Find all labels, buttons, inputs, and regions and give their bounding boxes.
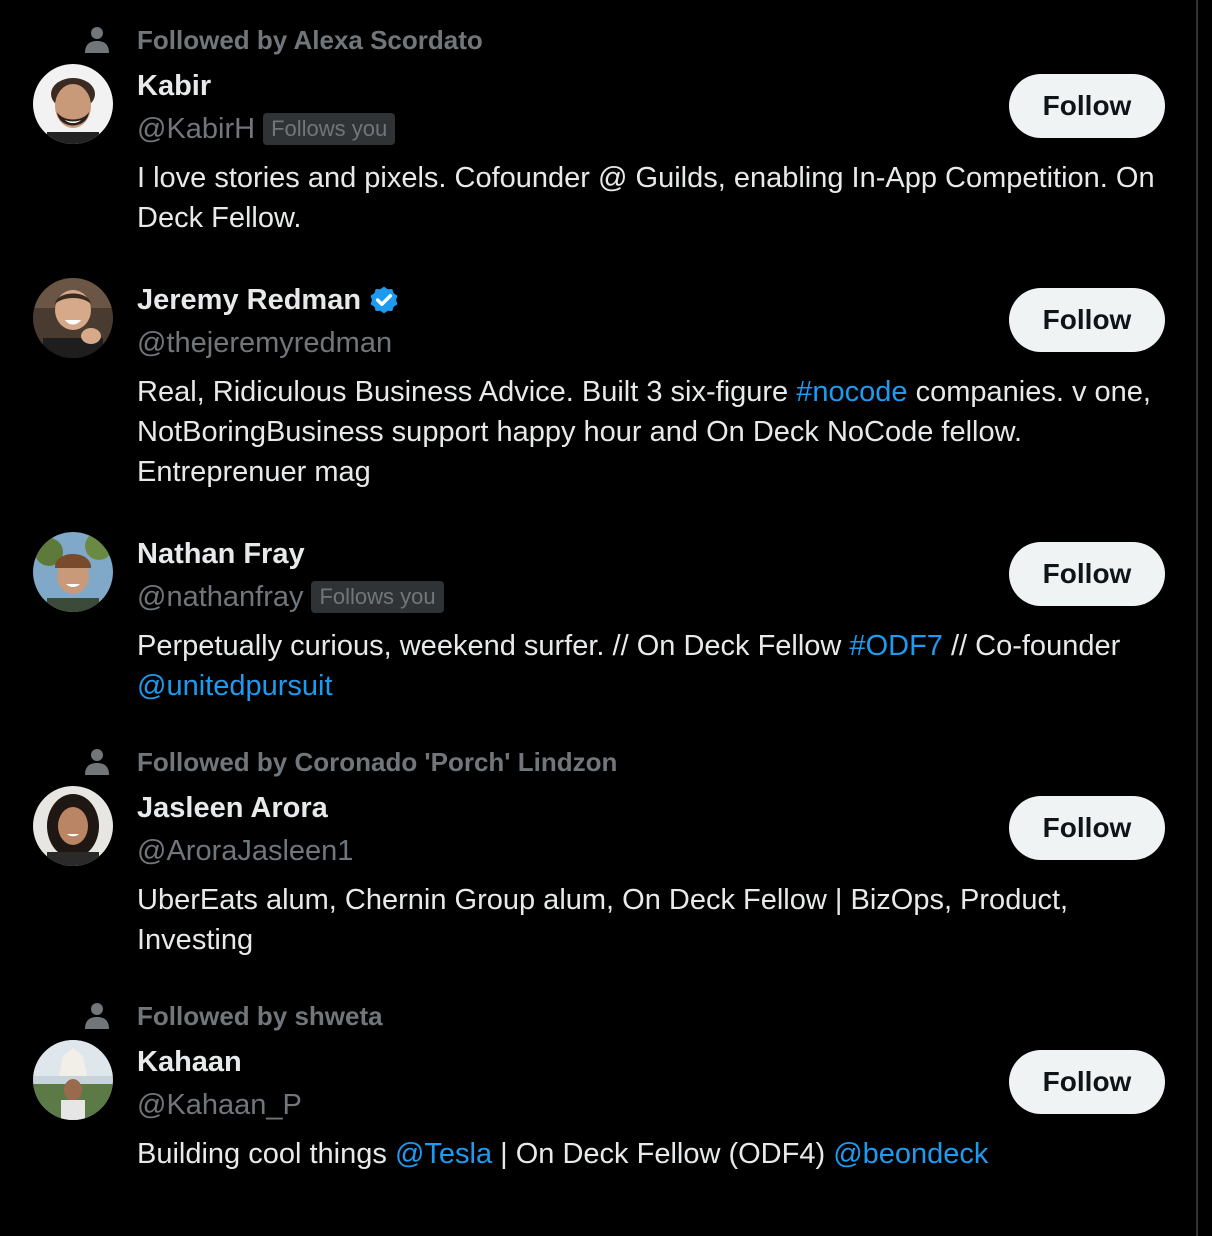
who-to-follow-list: Followed by Alexa Scordato Kabir @KabirH… xyxy=(0,0,1196,1174)
bio-text: Building cool things xyxy=(137,1138,395,1170)
display-name[interactable]: Jeremy Redman xyxy=(137,284,361,317)
user-cell[interactable]: Followed by Alexa Scordato Kabir @KabirH… xyxy=(0,0,1196,238)
bio-text: Real, Ridiculous Business Advice. Built … xyxy=(137,376,797,408)
bio-text: | On Deck Fellow (ODF4) xyxy=(492,1138,834,1170)
follow-button[interactable]: Follow xyxy=(1009,1050,1165,1114)
bio-text: UberEats alum, Chernin Group alum, On De… xyxy=(137,884,1069,956)
follow-button[interactable]: Follow xyxy=(1009,288,1165,352)
display-name[interactable]: Nathan Fray xyxy=(137,538,305,571)
social-context-text: Followed by Coronado 'Porch' Lindzon xyxy=(137,747,618,777)
bio-text: Perpetually curious, weekend surfer. // … xyxy=(137,630,850,662)
avatar[interactable] xyxy=(33,532,113,612)
column-border xyxy=(1196,0,1198,1236)
mention-link[interactable]: @unitedpursuit xyxy=(137,670,333,702)
follow-button[interactable]: Follow xyxy=(1009,796,1165,860)
social-context: Followed by Coronado 'Porch' Lindzon xyxy=(0,722,1196,777)
follow-button[interactable]: Follow xyxy=(1009,542,1165,606)
bio-text: I love stories and pixels. Cofounder @ G… xyxy=(137,162,1155,234)
handle[interactable]: @nathanfray xyxy=(137,581,303,614)
bio-text: // Co-founder xyxy=(942,630,1121,662)
avatar[interactable] xyxy=(33,64,113,144)
person-icon xyxy=(85,1003,109,1029)
mention-link[interactable]: @beondeck xyxy=(833,1138,988,1170)
display-name[interactable]: Kahaan xyxy=(137,1046,242,1079)
hashtag-link[interactable]: #nocode xyxy=(796,376,907,408)
person-icon xyxy=(85,749,109,775)
social-context-text: Followed by Alexa Scordato xyxy=(137,25,483,55)
hashtag-link[interactable]: #ODF7 xyxy=(849,630,942,662)
user-cell[interactable]: Nathan Fray @nathanfray Follows you Perp… xyxy=(0,532,1196,706)
avatar[interactable] xyxy=(33,786,113,866)
display-name[interactable]: Jasleen Arora xyxy=(137,792,328,825)
handle[interactable]: @KabirH xyxy=(137,113,255,146)
user-cell[interactable]: Jeremy Redman @thejeremyredman Real, Rid… xyxy=(0,278,1196,492)
verified-badge-icon[interactable] xyxy=(367,283,401,317)
person-icon xyxy=(85,27,109,53)
display-name[interactable]: Kabir xyxy=(137,70,211,103)
handle[interactable]: @AroraJasleen1 xyxy=(137,835,353,868)
follows-you-badge: Follows you xyxy=(311,581,444,613)
handle[interactable]: @thejeremyredman xyxy=(137,327,392,360)
bio: Perpetually curious, weekend surfer. // … xyxy=(137,626,1157,706)
follows-you-badge: Follows you xyxy=(263,113,396,145)
bio: I love stories and pixels. Cofounder @ G… xyxy=(137,158,1157,238)
bio: Building cool things @Tesla | On Deck Fe… xyxy=(137,1134,1157,1174)
user-cell[interactable]: Followed by shweta Kahaan @Kahaan_P Buil… xyxy=(0,976,1196,1174)
mention-link[interactable]: @Tesla xyxy=(395,1138,492,1170)
social-context: Followed by shweta xyxy=(0,976,1196,1031)
user-cell[interactable]: Followed by Coronado 'Porch' Lindzon Jas… xyxy=(0,722,1196,960)
social-context: Followed by Alexa Scordato xyxy=(0,0,1196,55)
bio: UberEats alum, Chernin Group alum, On De… xyxy=(137,880,1157,960)
avatar[interactable] xyxy=(33,1040,113,1120)
handle[interactable]: @Kahaan_P xyxy=(137,1089,302,1122)
avatar[interactable] xyxy=(33,278,113,358)
bio: Real, Ridiculous Business Advice. Built … xyxy=(137,372,1157,492)
follow-button[interactable]: Follow xyxy=(1009,74,1165,138)
social-context-text: Followed by shweta xyxy=(137,1001,383,1031)
